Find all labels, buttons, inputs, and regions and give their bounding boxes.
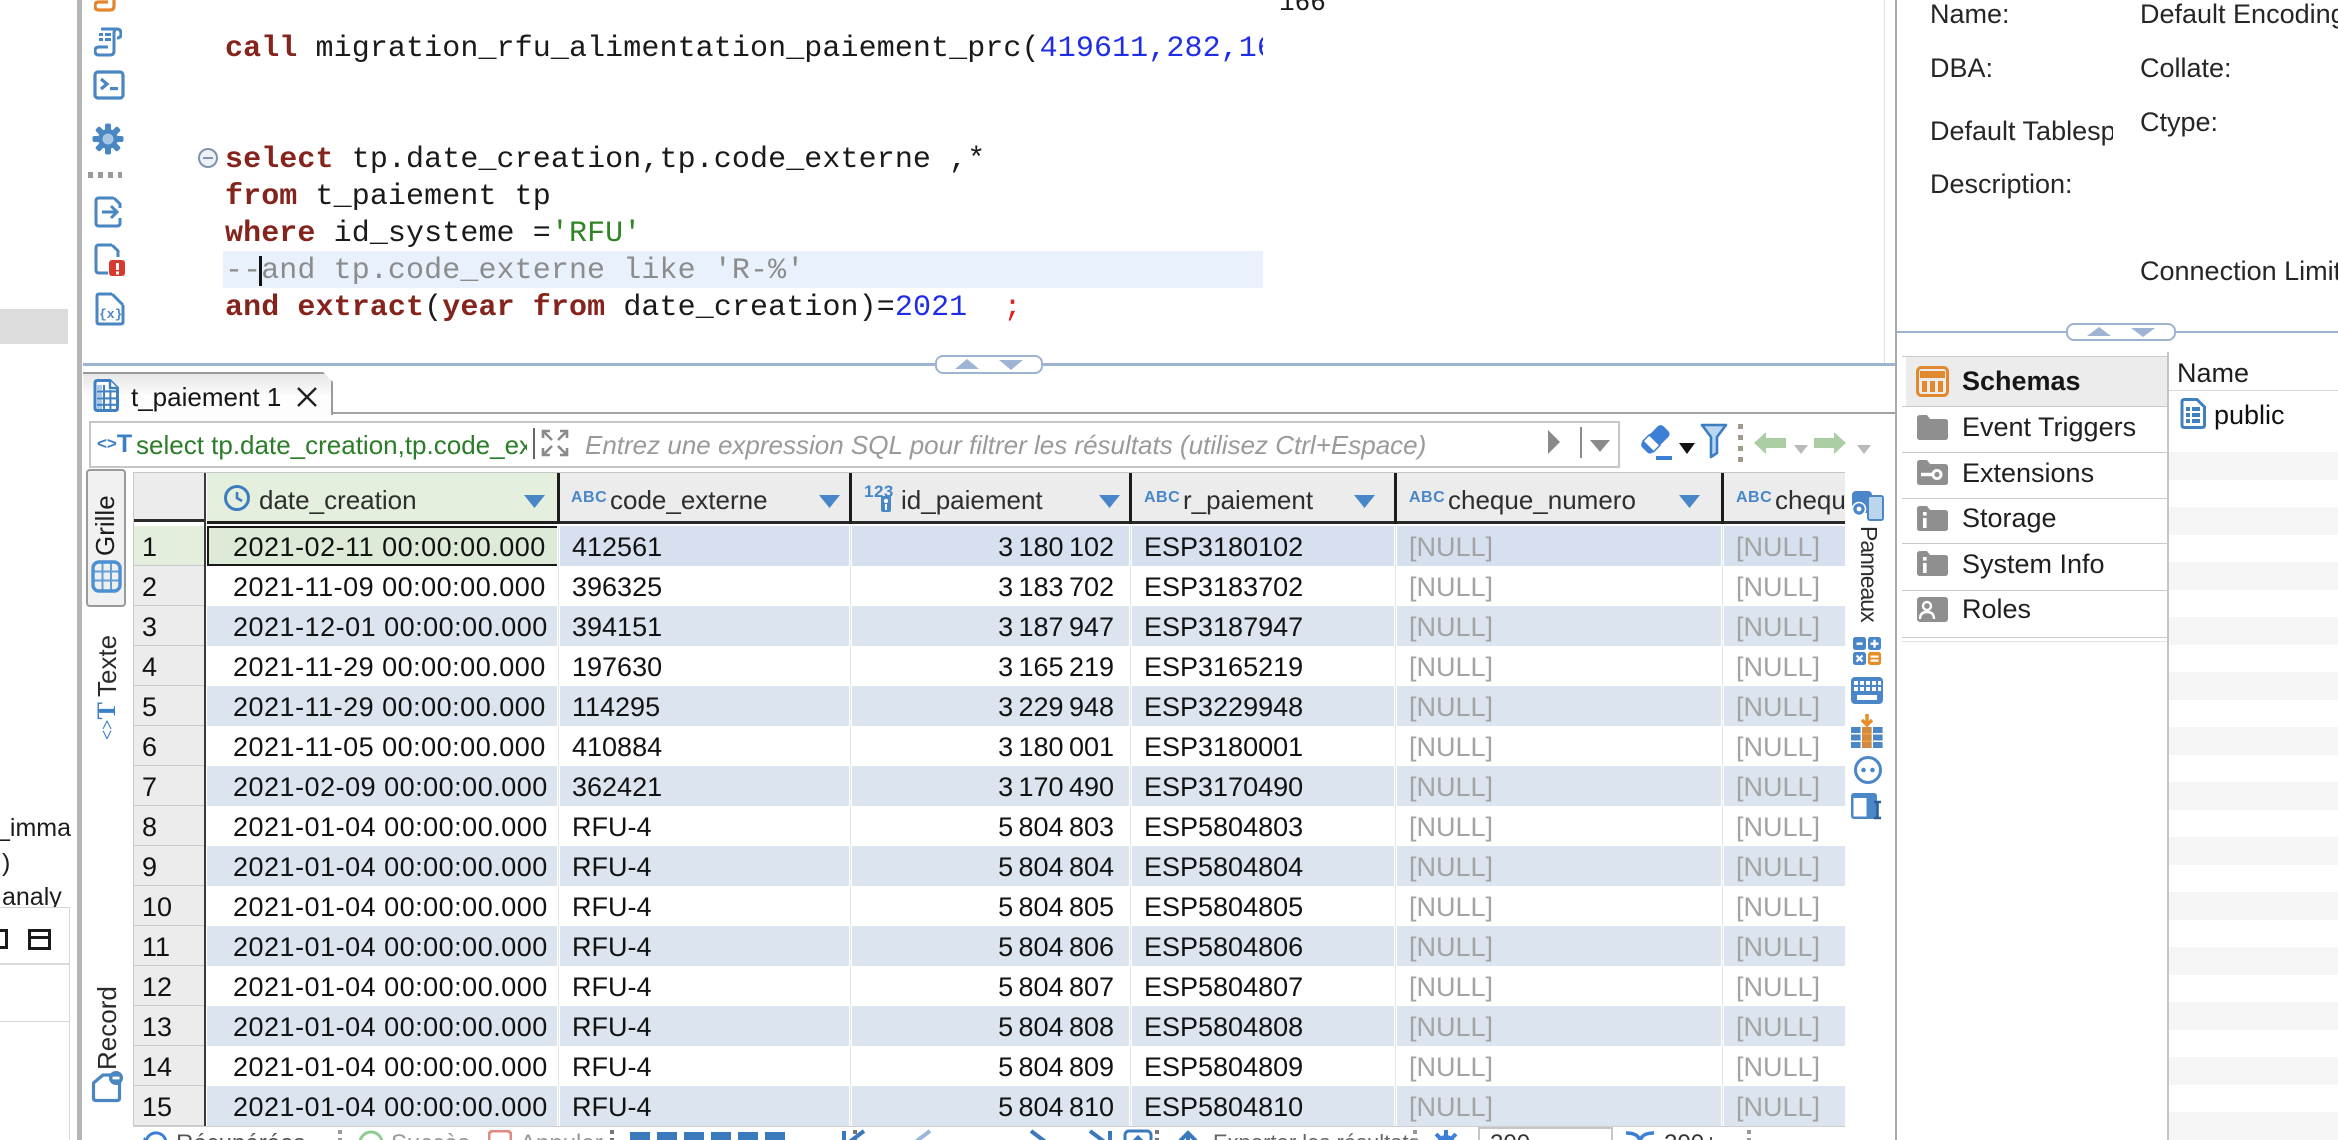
svg-text:{x}: {x}	[99, 307, 122, 322]
